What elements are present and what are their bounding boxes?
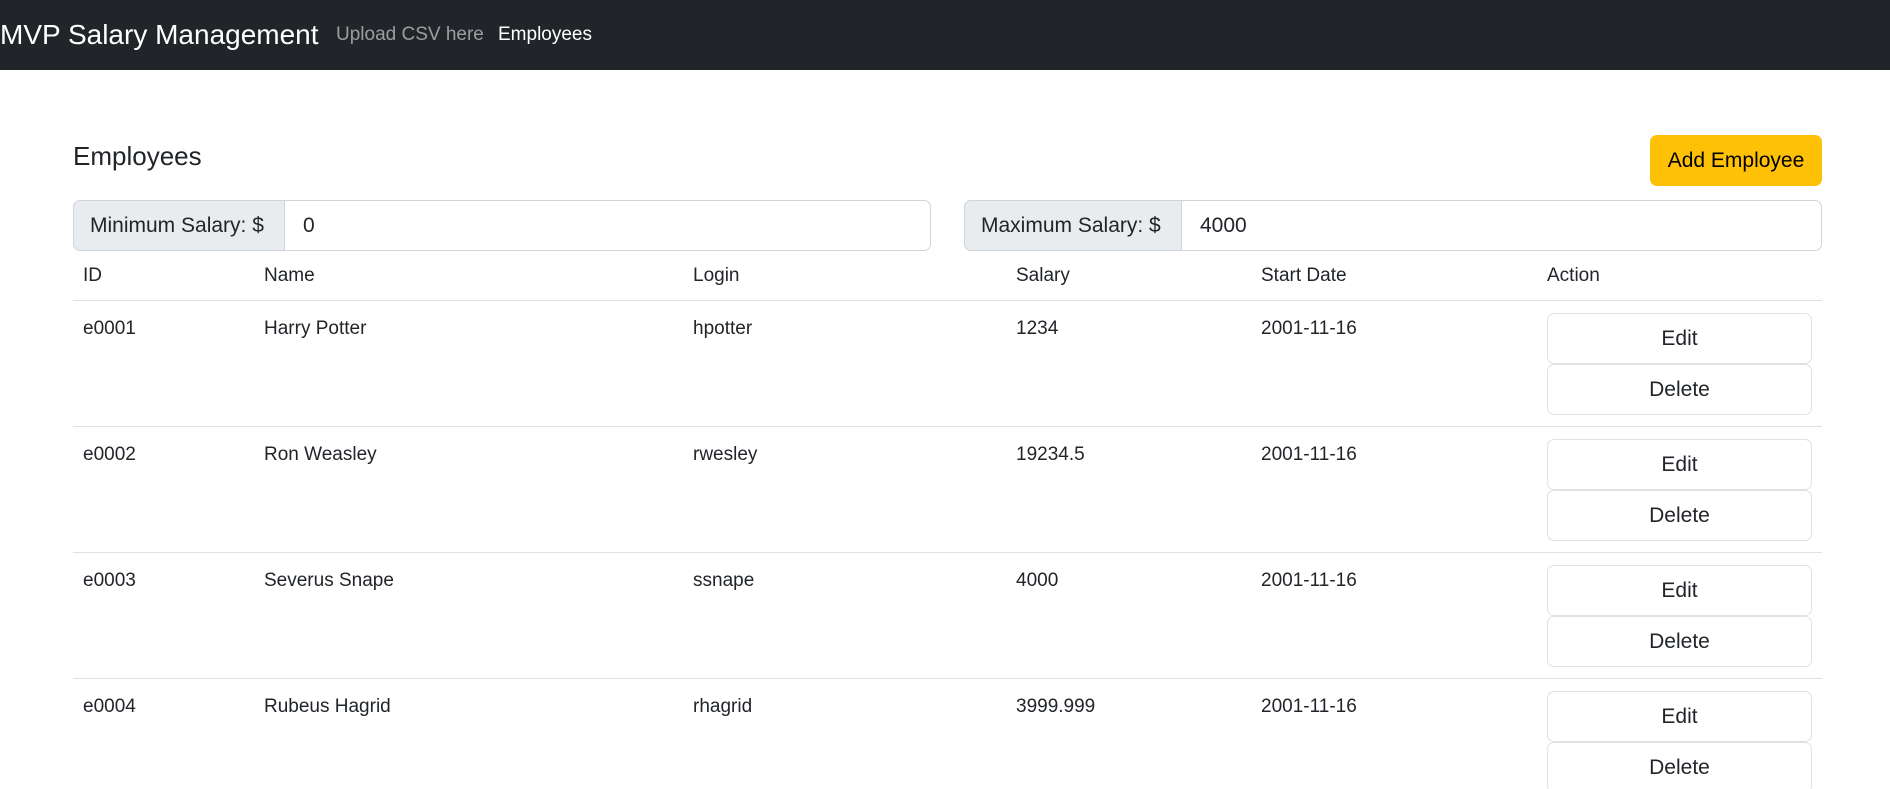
- cell-id: e0001: [83, 318, 136, 339]
- edit-button[interactable]: Edit: [1547, 313, 1812, 364]
- header-start-date: Start Date: [1261, 265, 1347, 286]
- header-action: Action: [1547, 265, 1600, 286]
- cell-id: e0002: [83, 444, 136, 465]
- cell-login: rhagrid: [693, 696, 753, 717]
- cell-name: Rubeus Hagrid: [264, 696, 391, 717]
- cell-salary: 19234.5: [1016, 444, 1085, 465]
- cell-start-date: 2001-11-16: [1261, 318, 1357, 339]
- cell-name: Ron Weasley: [264, 444, 377, 465]
- edit-button[interactable]: Edit: [1547, 439, 1812, 490]
- min-salary-input[interactable]: [284, 200, 931, 251]
- nav-link-employees[interactable]: Employees: [498, 23, 592, 47]
- cell-name: Severus Snape: [264, 570, 394, 591]
- cell-start-date: 2001-11-16: [1261, 444, 1357, 465]
- header-name: Name: [264, 265, 315, 286]
- edit-button[interactable]: Edit: [1547, 691, 1812, 742]
- cell-name: Harry Potter: [264, 318, 367, 339]
- cell-start-date: 2001-11-16: [1261, 696, 1357, 717]
- cell-login: rwesley: [693, 444, 758, 465]
- delete-button[interactable]: Delete: [1547, 742, 1812, 789]
- edit-button[interactable]: Edit: [1547, 565, 1812, 616]
- max-salary-input[interactable]: [1181, 200, 1822, 251]
- min-salary-label: Minimum Salary: $: [73, 200, 285, 251]
- header-id: ID: [83, 265, 102, 286]
- cell-salary: 4000: [1016, 570, 1059, 591]
- delete-button[interactable]: Delete: [1547, 616, 1812, 667]
- table-row: e0001 Harry Potter hpotter 1234 2001-11-…: [73, 301, 1822, 427]
- cell-salary: 1234: [1016, 318, 1059, 339]
- add-employee-button[interactable]: Add Employee: [1650, 135, 1822, 186]
- table-row: e0003 Severus Snape ssnape 4000 2001-11-…: [73, 553, 1822, 679]
- table-row: e0002 Ron Weasley rwesley 19234.5 2001-1…: [73, 427, 1822, 553]
- table-row: e0004 Rubeus Hagrid rhagrid 3999.999 200…: [73, 679, 1822, 789]
- max-salary-filter: Maximum Salary: $: [964, 200, 1822, 251]
- top-navbar: MVP Salary Management Upload CSV here Em…: [0, 0, 1890, 70]
- page-title: Employees: [73, 141, 202, 171]
- cell-login: hpotter: [693, 318, 753, 339]
- cell-id: e0003: [83, 570, 136, 591]
- table-header: ID Name Login Salary Start Date Action: [73, 258, 1822, 301]
- delete-button[interactable]: Delete: [1547, 490, 1812, 541]
- employees-table: ID Name Login Salary Start Date Action e…: [73, 258, 1822, 789]
- delete-button[interactable]: Delete: [1547, 364, 1812, 415]
- min-salary-filter: Minimum Salary: $: [73, 200, 931, 251]
- header-login: Login: [693, 265, 740, 286]
- cell-salary: 3999.999: [1016, 696, 1096, 717]
- max-salary-label: Maximum Salary: $: [964, 200, 1182, 251]
- nav-link-upload-csv[interactable]: Upload CSV here: [336, 23, 484, 47]
- cell-login: ssnape: [693, 570, 755, 591]
- cell-start-date: 2001-11-16: [1261, 570, 1357, 591]
- app-brand[interactable]: MVP Salary Management: [0, 17, 319, 53]
- cell-id: e0004: [83, 696, 136, 717]
- header-salary: Salary: [1016, 265, 1070, 286]
